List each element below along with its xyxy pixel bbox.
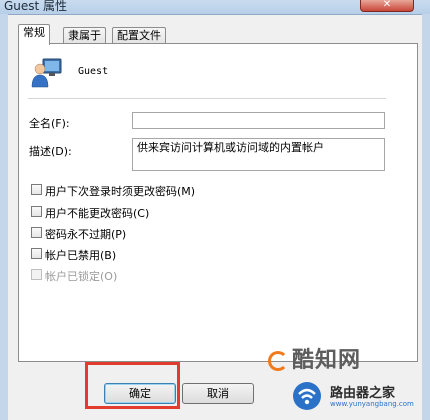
checkbox-account-locked [31,269,42,280]
description-input[interactable]: 供来宾访问计算机或访问域的内置帐户 [132,138,385,171]
checkbox-label: 用户不能更改密码(C) [45,207,150,220]
checkbox-account-disabled[interactable] [31,248,42,259]
checkbox-label: 帐户已锁定(O) [45,270,118,283]
watermark-brand: 酷知网 [268,342,361,374]
checkbox-must-change-password[interactable] [31,184,42,195]
separator [28,98,386,99]
window-title: Guest 属性 [4,0,68,13]
brand-logo-icon [268,351,288,371]
tab-profile[interactable]: 配置文件 [112,27,166,44]
watermark-router-text: 路由器之家 [330,386,396,401]
watermark-router-url: www.yunyangbang.com [330,400,414,408]
window-frame-left [0,14,8,420]
checkbox-label: 密码永不过期(P) [45,228,127,241]
router-logo-icon [293,382,321,410]
tab-member-of[interactable]: 隶属于 [63,27,106,44]
watermark-brand-text: 酷知网 [292,348,362,373]
checkbox-label: 用户下次登录时须更改密码(M) [45,185,196,198]
highlight-box [85,362,180,409]
cancel-button[interactable]: 取消 [182,383,254,404]
close-button[interactable]: ✕ [360,0,414,12]
fullname-input[interactable] [132,112,385,129]
fullname-label: 全名(F): [29,117,70,130]
window-frame-right [422,14,430,420]
checkbox-cannot-change-password[interactable] [31,206,42,217]
username: Guest [78,66,109,77]
tab-general[interactable]: 常规 [18,24,50,45]
watermark-router: 路由器之家 www.yunyangbang.com [290,382,414,410]
general-panel [18,43,418,362]
checkbox-label: 帐户已禁用(B) [45,249,117,262]
user-icon [31,58,62,88]
title-bar[interactable]: Guest 属性 ✕ [0,0,430,15]
description-label: 描述(D): [29,145,72,158]
checkbox-password-never-expires[interactable] [31,227,42,238]
